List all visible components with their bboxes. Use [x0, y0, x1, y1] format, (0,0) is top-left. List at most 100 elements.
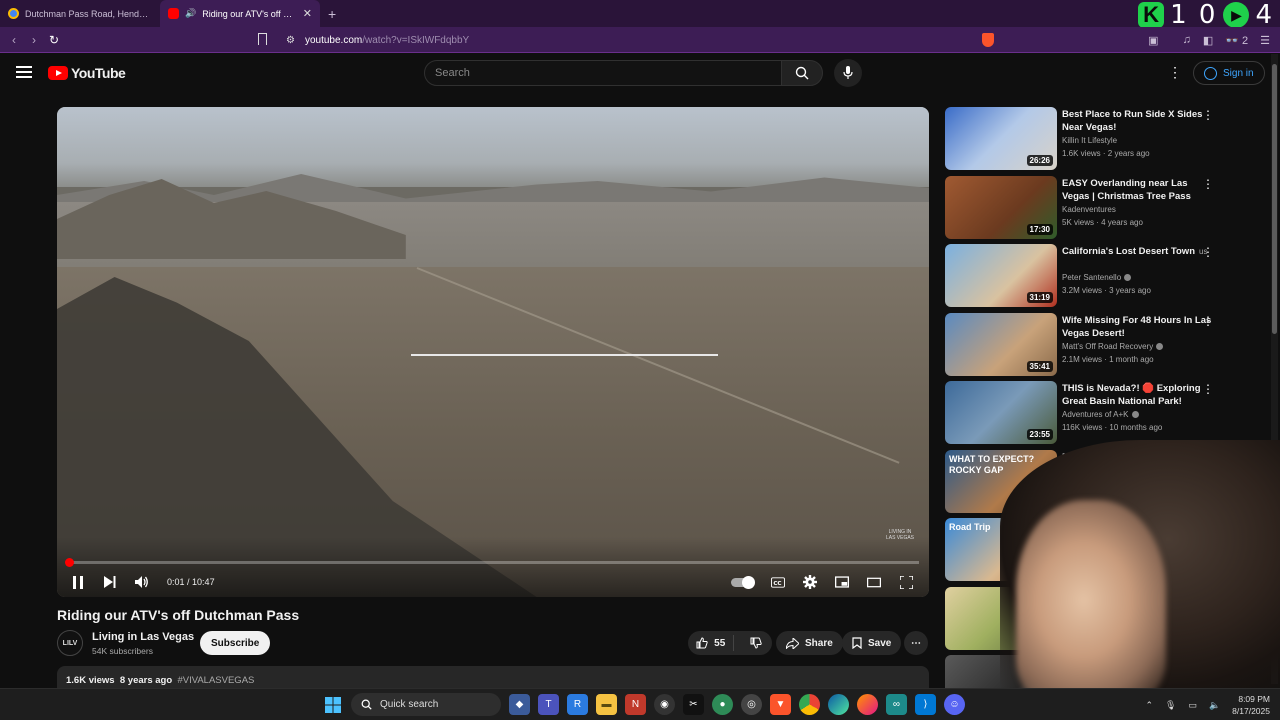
- subscribe-button[interactable]: Subscribe: [200, 631, 271, 655]
- recommendation-item[interactable]: 26:26 Best Place to Run Side X Sides Near…: [945, 107, 1265, 170]
- progress-bar[interactable]: [65, 558, 919, 567]
- scrollbar-thumb[interactable]: [1272, 64, 1277, 334]
- upload-age: 8 years ago: [119, 675, 173, 686]
- taskbar-clock[interactable]: 8:09 PM 8/17/2025: [1232, 693, 1270, 717]
- taskbar-app-chrome[interactable]: [799, 694, 820, 715]
- taskbar-app-brave[interactable]: ▼: [770, 694, 791, 715]
- video-player[interactable]: LIVING IN LAS VEGAS 0:01 / 10:47 CC: [57, 107, 929, 597]
- taskbar-app-firefox[interactable]: [857, 694, 878, 715]
- taskbar-app-infinity[interactable]: ∞: [886, 694, 907, 715]
- share-button[interactable]: Share: [776, 631, 843, 655]
- bookmark-icon[interactable]: [258, 33, 267, 45]
- theater-mode-button[interactable]: [867, 575, 881, 589]
- more-vertical-icon[interactable]: ⋮: [1202, 382, 1214, 396]
- mute-button[interactable]: [135, 575, 149, 589]
- channel-name[interactable]: Living in Las Vegas: [92, 631, 194, 643]
- recommendation-thumbnail[interactable]: 23:55: [945, 381, 1057, 444]
- more-vertical-icon[interactable]: ⋮: [1202, 314, 1214, 328]
- taskbar-app-teams[interactable]: T: [538, 694, 559, 715]
- recommendation-channel[interactable]: Adventures of A+K: [1062, 410, 1139, 419]
- taskbar-app-news[interactable]: N: [625, 694, 646, 715]
- recommendation-channel[interactable]: Killin It Lifestyle: [1062, 136, 1117, 145]
- video-duration: 23:55: [1026, 429, 1053, 440]
- captions-button[interactable]: CC: [771, 575, 785, 589]
- forward-icon[interactable]: ›: [24, 33, 44, 47]
- dislike-button[interactable]: [740, 637, 772, 649]
- sign-in-button[interactable]: Sign in: [1193, 61, 1265, 85]
- hashtag[interactable]: #VIVALASVEGAS: [177, 675, 254, 686]
- recommendation-title[interactable]: California's Lost Desert Town us: [1062, 245, 1214, 258]
- next-icon: [104, 576, 116, 588]
- recommendation-channel[interactable]: Peter Santenello: [1062, 273, 1132, 282]
- recommendation-item[interactable]: 31:19 California's Lost Desert Town us Pete…: [945, 244, 1265, 307]
- new-tab-button[interactable]: +: [320, 6, 344, 22]
- taskbar-app-widgets[interactable]: ◆: [509, 694, 530, 715]
- browser-tab-youtube[interactable]: 🔊 Riding our ATV's off Dutchman ✕: [160, 0, 320, 27]
- recommendation-thumbnail[interactable]: 35:41: [945, 312, 1057, 376]
- recommendation-title[interactable]: Wife Missing For 48 Hours In Las Vegas D…: [1062, 314, 1214, 340]
- recommendation-item[interactable]: 17:30 EASY Overlanding near Las Vegas | C…: [945, 175, 1265, 239]
- more-vertical-icon[interactable]: ⋮: [1202, 177, 1214, 191]
- current-time: 0:01: [167, 577, 185, 587]
- tray-overflow-icon[interactable]: ⌃: [1145, 700, 1153, 711]
- media-icon[interactable]: ♫: [1183, 34, 1191, 46]
- settings-more-icon[interactable]: ⋮: [1168, 64, 1182, 81]
- back-icon[interactable]: ‹: [4, 33, 24, 47]
- sidebar-icon[interactable]: ◧: [1203, 34, 1213, 47]
- recommendation-thumbnail[interactable]: 17:30: [945, 175, 1057, 239]
- recommendation-title[interactable]: EASY Overlanding near Las Vegas | Christ…: [1062, 177, 1214, 203]
- scrubber-handle[interactable]: [65, 558, 74, 567]
- browser-tab-maps[interactable]: Dutchman Pass Road, Henderson, NV: [0, 0, 160, 27]
- tab-manager-icon[interactable]: ▣: [1148, 34, 1158, 47]
- taskbar-app-edge[interactable]: [828, 694, 849, 715]
- recommendation-thumbnail[interactable]: 31:19: [945, 244, 1057, 307]
- taskbar-search[interactable]: Quick search: [351, 693, 501, 716]
- recommendation-item[interactable]: 35:41 Wife Missing For 48 Hours In Las Ve…: [945, 312, 1265, 376]
- reload-icon[interactable]: ↻: [44, 33, 64, 47]
- recommendation-title[interactable]: Best Place to Run Side X Sides Near Vega…: [1062, 108, 1214, 134]
- channel-avatar[interactable]: LILV: [57, 630, 83, 656]
- search-button[interactable]: [781, 60, 823, 86]
- taskbar-app-maps[interactable]: ●: [712, 694, 733, 715]
- recommendation-channel[interactable]: Matt's Off Road Recovery: [1062, 342, 1164, 351]
- tray-volume-icon[interactable]: 🔈: [1209, 700, 1220, 711]
- taskbar-app-vscode[interactable]: ⟩: [915, 694, 936, 715]
- recommendation-thumbnail[interactable]: 26:26: [945, 107, 1057, 170]
- recommendation-item[interactable]: 23:55 THIS is Nevada?! 🛑 Exploring Great …: [945, 381, 1265, 444]
- fullscreen-button[interactable]: [899, 575, 913, 589]
- speaker-icon[interactable]: 🔊: [185, 8, 196, 19]
- menu-icon[interactable]: ☰: [1260, 34, 1270, 47]
- youtube-logo[interactable]: YouTube: [48, 65, 126, 81]
- tray-mic-icon[interactable]: 🎙: [1165, 700, 1176, 711]
- taskbar-app-explorer[interactable]: ▬: [596, 694, 617, 715]
- screen: Dutchman Pass Road, Henderson, NV 🔊 Ridi…: [0, 0, 1280, 720]
- tray-display-icon[interactable]: ▭: [1188, 700, 1197, 711]
- taskbar-app-discord-alt[interactable]: ◎: [741, 694, 762, 715]
- recommendation-title-text: Wife Missing For 48 Hours In Las Vegas D…: [1062, 314, 1212, 339]
- site-info-icon[interactable]: ⚙: [286, 35, 295, 46]
- extensions-icon[interactable]: 👓 2: [1225, 34, 1248, 47]
- start-button[interactable]: [322, 694, 343, 715]
- autoplay-toggle[interactable]: [731, 575, 755, 589]
- close-tab-icon[interactable]: ✕: [303, 7, 312, 20]
- taskbar-app-discord[interactable]: ☺: [944, 694, 965, 715]
- more-vertical-icon[interactable]: ⋮: [1202, 108, 1214, 122]
- save-button[interactable]: Save: [842, 631, 902, 655]
- taskbar-app-capcut[interactable]: ✂: [683, 694, 704, 715]
- recommendation-channel[interactable]: Kadenventures: [1062, 205, 1116, 214]
- brave-shield-icon[interactable]: [982, 33, 994, 47]
- search-input[interactable]: [435, 67, 781, 79]
- pause-button[interactable]: [71, 575, 85, 589]
- next-button[interactable]: [103, 575, 117, 589]
- like-button[interactable]: 55: [688, 635, 735, 651]
- hamburger-menu-icon[interactable]: [16, 66, 32, 78]
- url-field[interactable]: ⚙ youtube.com/watch?v=ISkIWFdqbbY: [286, 27, 469, 53]
- voice-search-button[interactable]: [834, 59, 862, 87]
- taskbar-app-remote[interactable]: R: [567, 694, 588, 715]
- taskbar-app-obs[interactable]: ◉: [654, 694, 675, 715]
- miniplayer-button[interactable]: [835, 575, 849, 589]
- recommendation-title[interactable]: THIS is Nevada?! 🛑 Exploring Great Basin…: [1062, 382, 1214, 408]
- more-vertical-icon[interactable]: ⋮: [1202, 245, 1214, 259]
- settings-button[interactable]: [803, 575, 817, 589]
- more-actions-button[interactable]: ⋯: [904, 631, 928, 655]
